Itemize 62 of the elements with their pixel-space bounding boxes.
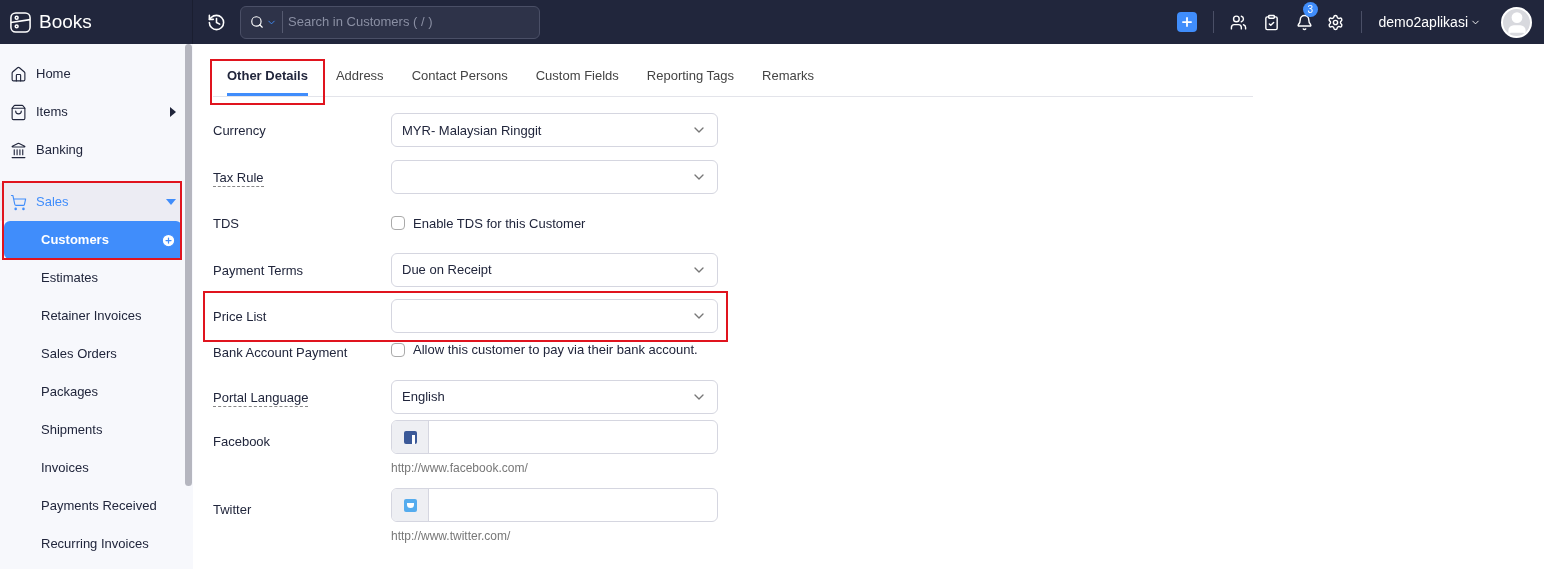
search-field[interactable]: Search in Customers ( / ) bbox=[240, 5, 540, 39]
field-label: Payment Terms bbox=[213, 262, 304, 279]
nav-subitem[interactable]: Retainer Invoices bbox=[4, 297, 182, 335]
url-field[interactable] bbox=[391, 488, 718, 522]
nav-item[interactable]: Banking bbox=[0, 131, 182, 169]
tab[interactable]: Address bbox=[335, 65, 384, 96]
avatar[interactable] bbox=[1501, 6, 1532, 38]
home-icon bbox=[10, 65, 27, 83]
checkbox-label: Enable TDS for this Customer bbox=[413, 214, 586, 233]
select-field[interactable]: English bbox=[391, 379, 718, 414]
checkbox[interactable] bbox=[391, 216, 405, 231]
select-field[interactable]: Due on Receipt bbox=[391, 252, 718, 287]
bag-icon bbox=[10, 103, 27, 121]
url-field[interactable] bbox=[391, 420, 718, 454]
nav-item[interactable]: Home bbox=[0, 55, 182, 93]
bird-icon bbox=[403, 498, 417, 512]
tab[interactable]: Contact Persons bbox=[411, 65, 508, 96]
cart-icon bbox=[10, 193, 27, 211]
tab[interactable]: Other Details bbox=[227, 65, 308, 96]
nav-subitem[interactable]: Recurring Invoices bbox=[4, 525, 182, 563]
tab[interactable]: Reporting Tags bbox=[646, 65, 735, 96]
nav-subitem[interactable]: Payments Received bbox=[4, 487, 182, 525]
nav-item[interactable]: Items bbox=[0, 93, 182, 131]
search-input[interactable]: Search in Customers ( / ) bbox=[288, 12, 539, 32]
add-button[interactable] bbox=[1176, 12, 1197, 32]
nav-subitem[interactable]: Estimates bbox=[4, 259, 182, 297]
add-icon[interactable] bbox=[161, 232, 176, 248]
checkbox[interactable] bbox=[391, 342, 405, 357]
app-name: Books bbox=[39, 9, 92, 34]
tab[interactable]: Remarks bbox=[762, 65, 815, 96]
select-field[interactable] bbox=[391, 299, 718, 334]
facebook-icon bbox=[403, 430, 417, 444]
user-menu[interactable]: demo2aplikasi bbox=[1378, 11, 1481, 33]
field-label: Tax Rule bbox=[213, 169, 264, 187]
field-label: Portal Language bbox=[213, 389, 309, 407]
plus-icon bbox=[1179, 15, 1194, 29]
field-label: Twitter bbox=[213, 502, 252, 518]
nav-subitem[interactable]: Invoices bbox=[4, 449, 182, 487]
search-icon[interactable] bbox=[250, 15, 264, 29]
notification-icon[interactable] bbox=[1295, 13, 1313, 31]
field-label: Price List bbox=[213, 309, 267, 326]
nav-subitem[interactable]: Sales Orders bbox=[4, 335, 182, 373]
select-field[interactable]: MYR- Malaysian Ringgit bbox=[391, 113, 718, 148]
field-label: Bank Account Payment bbox=[213, 344, 348, 361]
tab[interactable]: Custom Fields bbox=[535, 65, 619, 96]
select-field[interactable] bbox=[391, 159, 718, 194]
checkbox-label: Allow this customer to pay via their bank account. bbox=[413, 340, 698, 359]
users-icon[interactable] bbox=[1229, 13, 1247, 31]
url-hint: http://www.facebook.com/ bbox=[391, 460, 529, 477]
settings-icon[interactable] bbox=[1326, 13, 1344, 31]
scrollbar-thumb[interactable] bbox=[185, 44, 192, 486]
nav-subitem[interactable]: Packages bbox=[4, 373, 182, 411]
logo-icon bbox=[9, 10, 32, 34]
nav-subitem[interactable]: Shipments bbox=[4, 411, 182, 449]
field-label: TDS bbox=[213, 216, 239, 233]
notification-badge: 3 bbox=[1302, 1, 1319, 17]
recent-history-icon[interactable] bbox=[207, 12, 226, 32]
url-hint: http://www.twitter.com/ bbox=[391, 528, 512, 545]
bank-icon bbox=[10, 141, 27, 159]
checklist-icon[interactable] bbox=[1262, 13, 1280, 31]
field-label: Facebook bbox=[213, 434, 271, 450]
field-label: Currency bbox=[213, 123, 266, 140]
